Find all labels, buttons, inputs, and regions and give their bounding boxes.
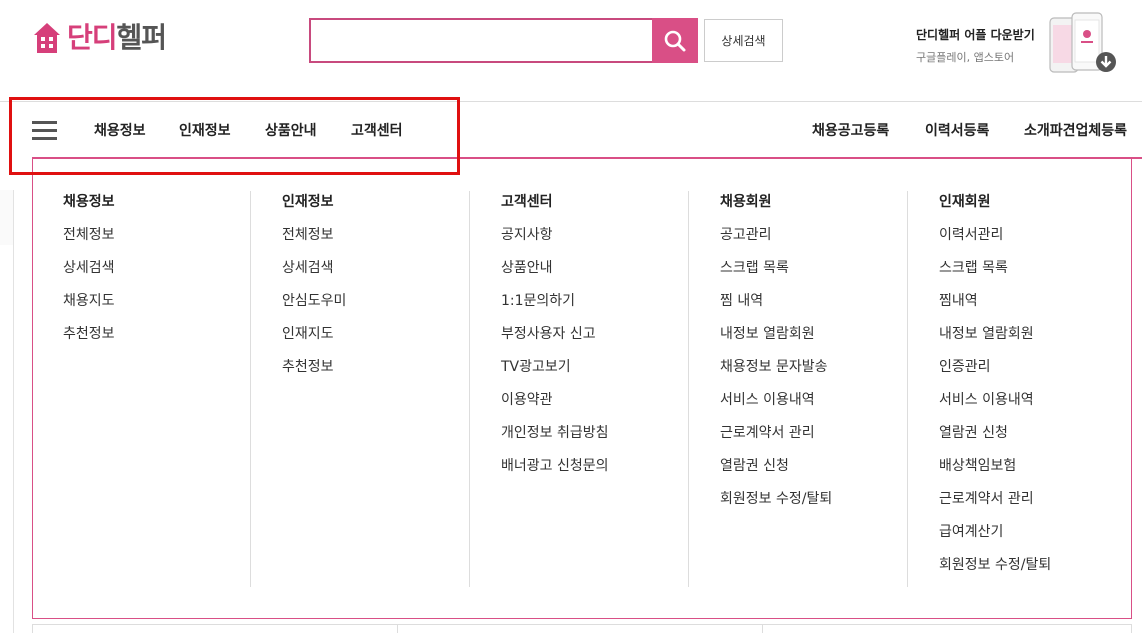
detail-search-button[interactable]: 상세검색 <box>704 19 783 62</box>
menu-link[interactable]: 열람권 신청 <box>939 423 1051 456</box>
background-divider <box>13 245 14 633</box>
menu-column-employer: 채용회원 공고관리 스크랩 목록 찜 내역 내정보 열람회원 채용정보 문자발송… <box>720 192 832 522</box>
hamburger-icon[interactable] <box>32 121 57 140</box>
logo-text-part2: 헬퍼 <box>116 21 168 54</box>
menu-link[interactable]: 채용정보 문자발송 <box>720 357 832 390</box>
site-logo[interactable]: 단디헬퍼 <box>32 19 168 57</box>
menu-link[interactable]: 채용지도 <box>63 291 115 324</box>
nav-item-support[interactable]: 고객센터 <box>351 121 403 141</box>
logo-text-part1: 단디 <box>67 21 118 54</box>
menu-link[interactable]: 1:1문의하기 <box>501 291 609 324</box>
menu-link[interactable]: 안심도우미 <box>282 291 346 324</box>
register-resume-link[interactable]: 이력서등록 <box>925 121 989 141</box>
column-title[interactable]: 채용회원 <box>720 192 832 225</box>
background-content-panel <box>32 624 1132 633</box>
column-title[interactable]: 인재정보 <box>282 192 346 225</box>
search-icon <box>664 30 686 51</box>
menu-link[interactable]: 내정보 열람회원 <box>939 324 1051 357</box>
column-divider <box>907 191 908 587</box>
search-button[interactable] <box>652 18 698 63</box>
menu-link[interactable]: 공지사항 <box>501 225 609 258</box>
nav-item-products[interactable]: 상품안내 <box>265 121 317 141</box>
column-divider <box>688 191 689 587</box>
menu-link[interactable]: 급여계산기 <box>939 522 1051 555</box>
menu-link[interactable]: 상세검색 <box>63 258 115 291</box>
menu-link[interactable]: 회원정보 수정/탈퇴 <box>939 555 1051 588</box>
menu-link[interactable]: 전체정보 <box>282 225 346 258</box>
app-download-promo[interactable]: 단디헬퍼 어플 다운받기 구글플레이, 앱스토어 <box>916 26 1035 65</box>
menu-column-jobs: 채용정보 전체정보 상세검색 채용지도 추천정보 <box>63 192 115 357</box>
panel-divider <box>397 625 398 633</box>
menu-link[interactable]: 개인정보 취급방침 <box>501 423 609 456</box>
app-phones-image[interactable] <box>1048 12 1118 74</box>
menu-link[interactable]: 서비스 이용내역 <box>939 390 1051 423</box>
menu-link[interactable]: 스크랩 목록 <box>939 258 1051 291</box>
menu-link[interactable]: 상세검색 <box>282 258 346 291</box>
register-agency-link[interactable]: 소개파견업체등록 <box>1024 121 1127 141</box>
menu-link[interactable]: 근로계약서 관리 <box>939 489 1051 522</box>
search-input[interactable] <box>311 20 652 61</box>
menu-link[interactable]: 근로계약서 관리 <box>720 423 832 456</box>
panel-divider <box>762 625 763 633</box>
menu-link[interactable]: 회원정보 수정/탈퇴 <box>720 489 832 522</box>
nav-top-border <box>0 101 1142 102</box>
menu-link[interactable]: 상품안내 <box>501 258 609 291</box>
menu-link[interactable]: 배너광고 신청문의 <box>501 456 609 489</box>
menu-link[interactable]: 추천정보 <box>282 357 346 390</box>
menu-link[interactable]: 내정보 열람회원 <box>720 324 832 357</box>
menu-link[interactable]: 부정사용자 신고 <box>501 324 609 357</box>
menu-link[interactable]: 이력서관리 <box>939 225 1051 258</box>
menu-link[interactable]: 서비스 이용내역 <box>720 390 832 423</box>
house-logo-icon <box>32 21 62 55</box>
menu-link[interactable]: 이용약관 <box>501 390 609 423</box>
column-divider <box>250 191 251 587</box>
column-title[interactable]: 인재회원 <box>939 192 1051 225</box>
column-divider <box>469 191 470 587</box>
search-field-wrapper <box>309 18 652 63</box>
menu-link[interactable]: 인증관리 <box>939 357 1051 390</box>
menu-link[interactable]: 공고관리 <box>720 225 832 258</box>
menu-link[interactable]: 인재지도 <box>282 324 346 357</box>
menu-link[interactable]: 찜내역 <box>939 291 1051 324</box>
menu-link[interactable]: 전체정보 <box>63 225 115 258</box>
column-title[interactable]: 채용정보 <box>63 192 115 225</box>
mega-menu: 채용정보 전체정보 상세검색 채용지도 추천정보 인재정보 전체정보 상세검색 … <box>32 159 1132 619</box>
menu-link[interactable]: 찜 내역 <box>720 291 832 324</box>
menu-column-jobseeker: 인재회원 이력서관리 스크랩 목록 찜내역 내정보 열람회원 인증관리 서비스 … <box>939 192 1051 588</box>
post-job-link[interactable]: 채용공고등록 <box>812 121 889 141</box>
menu-link[interactable]: 스크랩 목록 <box>720 258 832 291</box>
menu-link[interactable]: 열람권 신청 <box>720 456 832 489</box>
nav-item-jobs[interactable]: 채용정보 <box>94 121 146 141</box>
nav-item-talent[interactable]: 인재정보 <box>179 121 231 141</box>
menu-link[interactable]: TV광고보기 <box>501 357 609 390</box>
background-sidebar-edge <box>0 190 14 245</box>
app-promo-title: 단디헬퍼 어플 다운받기 <box>916 28 1035 42</box>
menu-column-talent: 인재정보 전체정보 상세검색 안심도우미 인재지도 추천정보 <box>282 192 346 390</box>
menu-link[interactable]: 추천정보 <box>63 324 115 357</box>
logo-wordmark: 단디헬퍼 <box>67 19 168 57</box>
menu-column-support: 고객센터 공지사항 상품안내 1:1문의하기 부정사용자 신고 TV광고보기 이… <box>501 192 609 489</box>
menu-link[interactable]: 배상책임보험 <box>939 456 1051 489</box>
column-title[interactable]: 고객센터 <box>501 192 609 225</box>
download-icon <box>1096 52 1116 72</box>
app-promo-subtitle: 구글플레이, 앱스토어 <box>916 51 1015 64</box>
